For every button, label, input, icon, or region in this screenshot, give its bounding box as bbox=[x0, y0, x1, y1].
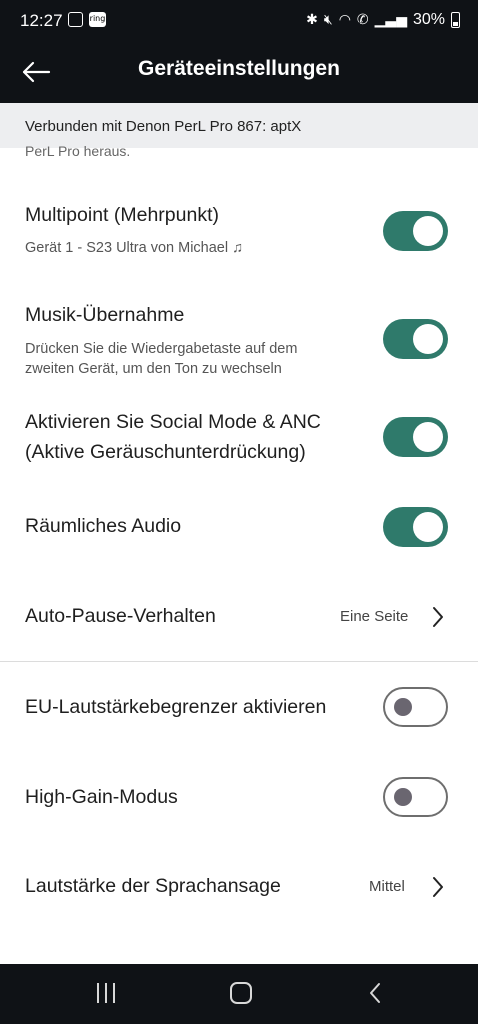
system-status-icons: ✱ 🔇︎ ◠ ✆ ▁▃▅ 30% bbox=[306, 11, 460, 29]
back-nav-icon[interactable] bbox=[368, 982, 382, 1004]
multipoint-toggle[interactable] bbox=[383, 211, 448, 251]
auto-pause-value[interactable]: Eine Seite bbox=[340, 608, 408, 625]
gallery-icon bbox=[68, 12, 83, 27]
auto-pause-title[interactable]: Auto-Pause-Verhalten bbox=[25, 601, 216, 631]
mute-icon: 🔇︎ bbox=[323, 12, 333, 28]
music-takeover-toggle[interactable] bbox=[383, 319, 448, 359]
toggle-knob bbox=[394, 787, 412, 806]
status-bar: 12:27 ring ✱ 🔇︎ ◠ ✆ ▁▃▅ 30% bbox=[0, 0, 478, 40]
multipoint-title: Multipoint (Mehrpunkt) bbox=[25, 204, 219, 226]
spatial-audio-title: Räumliches Audio bbox=[25, 515, 182, 537]
music-takeover-title: Musik-Übernahme bbox=[25, 304, 185, 326]
voice-prompt-volume-value[interactable]: Mittel bbox=[369, 878, 405, 895]
music-takeover-subtitle-2: zweiten Gerät, um den Ton zu wechseln bbox=[25, 361, 282, 377]
chevron-right-icon[interactable] bbox=[431, 606, 445, 628]
home-button[interactable] bbox=[230, 982, 252, 1004]
recents-button[interactable] bbox=[97, 983, 115, 1003]
multipoint-subtitle: Gerät 1 - S23 Ultra von Michael ♫ bbox=[25, 240, 243, 256]
connection-status-text: Verbunden mit Denon PerL Pro 867: aptX bbox=[25, 118, 302, 135]
eu-limiter-toggle[interactable] bbox=[383, 687, 448, 727]
toggle-knob bbox=[413, 216, 443, 246]
notification-icons: ring bbox=[68, 12, 106, 27]
high-gain-toggle[interactable] bbox=[383, 777, 448, 817]
system-navigation-bar bbox=[0, 964, 478, 1024]
toggle-knob bbox=[413, 324, 443, 354]
social-mode-toggle[interactable] bbox=[383, 417, 448, 457]
voice-prompt-volume-title[interactable]: Lautstärke der Sprachansage bbox=[25, 871, 281, 901]
social-mode-title-1: Aktivieren Sie Social Mode & ANC bbox=[25, 411, 321, 433]
wifi-icon: ◠ bbox=[338, 12, 351, 28]
call-icon: ✆ bbox=[356, 12, 369, 28]
high-gain-title: High-Gain-Modus bbox=[25, 786, 178, 808]
status-time: 12:27 bbox=[20, 11, 63, 30]
toggle-knob bbox=[413, 422, 443, 452]
toggle-knob bbox=[394, 697, 412, 716]
eu-limiter-title: EU-Lautstärkebegrenzer aktivieren bbox=[25, 696, 327, 718]
app-bar: Geräteeinstellungen bbox=[0, 40, 478, 103]
ring-icon: ring bbox=[89, 12, 106, 27]
signal-icon: ▁▃▅ bbox=[374, 12, 407, 28]
battery-percent: 30% bbox=[412, 11, 445, 28]
section-divider bbox=[0, 661, 478, 662]
bluetooth-icon: ✱ bbox=[306, 12, 318, 28]
music-takeover-subtitle-1: Drücken Sie die Wiedergabetaste auf dem bbox=[25, 341, 298, 357]
toggle-knob bbox=[413, 512, 443, 542]
spatial-audio-toggle[interactable] bbox=[383, 507, 448, 547]
partial-description: PerL Pro heraus. bbox=[25, 143, 131, 159]
social-mode-title-2: (Aktive Geräuschunterdrückung) bbox=[25, 441, 306, 463]
battery-icon bbox=[451, 12, 460, 28]
page-title: Geräteeinstellungen bbox=[138, 57, 340, 80]
connection-banner: Verbunden mit Denon PerL Pro 867: aptX bbox=[0, 103, 478, 148]
chevron-right-icon[interactable] bbox=[431, 876, 445, 898]
